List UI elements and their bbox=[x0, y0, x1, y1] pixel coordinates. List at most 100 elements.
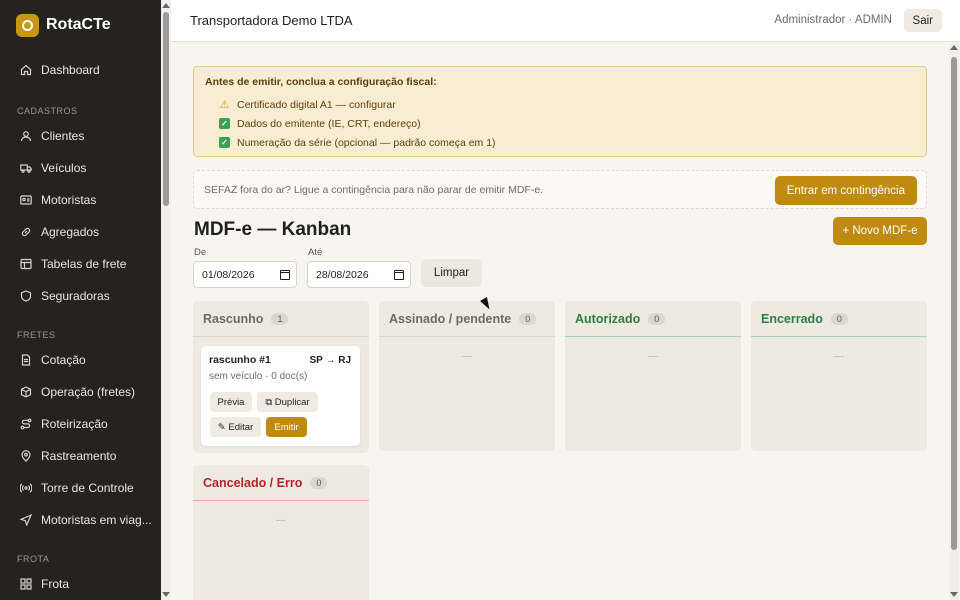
duplicate-button[interactable]: ⧉ Duplicar bbox=[257, 392, 318, 412]
column-empty: — bbox=[462, 351, 472, 362]
sidebar-item-operacao[interactable]: Operação (fretes) bbox=[0, 376, 161, 408]
sidebar-item-frota[interactable]: Frota bbox=[0, 568, 161, 600]
sidebar-item-agregados[interactable]: Agregados bbox=[0, 216, 161, 248]
scrollbar-thumb[interactable] bbox=[163, 12, 169, 206]
sidebar-item-veiculos[interactable]: Veículos bbox=[0, 152, 161, 184]
navigation-icon bbox=[20, 514, 32, 526]
sidebar-item-label: Motoristas em viag... bbox=[41, 513, 152, 527]
brand[interactable]: RotaCTe bbox=[0, 0, 161, 50]
alert-title: Antes de emitir, conclua a configuração … bbox=[205, 76, 437, 88]
sidebar-item-label: Agregados bbox=[41, 225, 100, 239]
sidebar-item-clientes[interactable]: Clientes bbox=[0, 120, 161, 152]
link-icon bbox=[20, 226, 32, 238]
clear-filters-button[interactable]: Limpar bbox=[421, 259, 482, 287]
company-name: Transportadora Demo LTDA bbox=[190, 13, 353, 28]
map-pin-icon bbox=[20, 450, 32, 462]
alert-item-text: Numeração da série (opcional — padrão co… bbox=[237, 136, 496, 149]
calendar-icon[interactable] bbox=[280, 270, 290, 280]
preview-button[interactable]: Prévia bbox=[210, 392, 252, 412]
kanban-column-cancelado: Cancelado / Erro 0 — bbox=[193, 465, 369, 600]
to-date-input[interactable]: 28/08/2026 bbox=[307, 261, 411, 288]
sidebar-item-label: Seguradoras bbox=[41, 289, 110, 303]
sidebar-item-label: Frota bbox=[41, 577, 70, 591]
sidebar-item-seguradoras[interactable]: Seguradoras bbox=[0, 280, 161, 312]
alert-item[interactable]: ✓ Dados do emitente (IE, CRT, endereço) bbox=[205, 114, 915, 133]
user-icon bbox=[20, 130, 32, 142]
column-header: Assinado / pendente 0 bbox=[379, 301, 555, 337]
to-date-value: 28/08/2026 bbox=[316, 268, 369, 281]
contingency-banner: SEFAZ fora do ar? Ligue a contingência p… bbox=[193, 170, 927, 209]
from-label: De bbox=[194, 247, 207, 258]
sidebar-item-label: Clientes bbox=[41, 129, 85, 143]
scrollbar-thumb[interactable] bbox=[951, 57, 957, 550]
kanban-column-rascunho: Rascunho 1 rascunho #1 SP → RJ sem veícu… bbox=[193, 301, 369, 453]
column-header: Encerrado 0 bbox=[751, 301, 927, 337]
sidebar-item-label: Dashboard bbox=[41, 63, 100, 77]
calendar-icon[interactable] bbox=[394, 270, 404, 280]
new-mdfe-button[interactable]: + Novo MDF-e bbox=[833, 217, 927, 245]
scroll-down-icon[interactable] bbox=[950, 592, 958, 597]
table-icon bbox=[20, 258, 32, 270]
grid-icon bbox=[20, 578, 32, 590]
column-header: Rascunho 1 bbox=[193, 301, 369, 337]
column-empty: — bbox=[276, 515, 286, 526]
alert-item[interactable]: ⚠ Certificado digital A1 — configurar bbox=[205, 95, 915, 114]
sidebar-item-label: Tabelas de frete bbox=[41, 257, 127, 271]
mdfe-card[interactable]: rascunho #1 SP → RJ sem veículo · 0 doc(… bbox=[201, 346, 360, 446]
sidebar-section-title: CADASTROS bbox=[17, 106, 78, 116]
column-title: Cancelado / Erro bbox=[203, 475, 303, 490]
alert-item-text: Dados do emitente (IE, CRT, endereço) bbox=[237, 117, 421, 130]
sidebar-item-motoristas[interactable]: Motoristas bbox=[0, 184, 161, 216]
column-title: Rascunho bbox=[203, 311, 264, 326]
alert-item[interactable]: ✓ Numeração da série (opcional — padrão … bbox=[205, 133, 915, 152]
sidebar-item-dashboard[interactable]: Dashboard bbox=[0, 54, 161, 86]
sidebar-item-label: Torre de Controle bbox=[41, 481, 134, 495]
column-empty: — bbox=[834, 351, 844, 362]
scroll-up-icon[interactable] bbox=[162, 3, 170, 8]
kanban-column-encerrado: Encerrado 0 — bbox=[751, 301, 927, 451]
enter-contingency-button[interactable]: Entrar em contingência bbox=[774, 176, 917, 205]
sidebar-section-title: FRETES bbox=[17, 330, 56, 340]
logout-button[interactable]: Sair bbox=[903, 9, 942, 32]
to-label: Até bbox=[308, 247, 323, 258]
from-date-input[interactable]: 01/08/2026 bbox=[193, 261, 297, 288]
column-title: Autorizado bbox=[575, 311, 641, 326]
page-title: MDF-e — Kanban bbox=[194, 219, 352, 240]
column-count-badge: 0 bbox=[830, 312, 848, 325]
sidebar-item-cotacao[interactable]: Cotação bbox=[0, 344, 161, 376]
brand-name: RotaCTe bbox=[46, 16, 111, 33]
card-subtitle: sem veículo · 0 doc(s) bbox=[209, 371, 308, 382]
sidebar-item-rastreamento[interactable]: Rastreamento bbox=[0, 440, 161, 472]
check-icon: ✓ bbox=[219, 118, 230, 129]
emit-button[interactable]: Emitir bbox=[266, 417, 307, 437]
sidebar-item-roteirizacao[interactable]: Roteirização bbox=[0, 408, 161, 440]
scroll-down-icon[interactable] bbox=[162, 592, 170, 597]
edit-button[interactable]: ✎ Editar bbox=[210, 417, 261, 437]
truck-icon bbox=[20, 162, 32, 174]
column-title: Encerrado bbox=[761, 311, 823, 326]
scroll-up-icon[interactable] bbox=[950, 45, 958, 50]
sidebar: RotaCTe Dashboard CADASTROS Clientes Veí… bbox=[0, 0, 161, 600]
sidebar-scrollbar[interactable] bbox=[161, 0, 171, 600]
sidebar-item-torre-de-controle[interactable]: Torre de Controle bbox=[0, 472, 161, 504]
sidebar-item-label: Roteirização bbox=[41, 417, 108, 431]
alert-item-text: Certificado digital A1 — configurar bbox=[237, 98, 396, 111]
check-icon: ✓ bbox=[219, 137, 230, 148]
broadcast-icon bbox=[20, 482, 32, 494]
sidebar-item-label: Rastreamento bbox=[41, 449, 117, 463]
document-icon bbox=[20, 354, 32, 366]
column-header: Cancelado / Erro 0 bbox=[193, 465, 369, 501]
package-icon bbox=[20, 386, 32, 398]
user-info: Administrador · ADMIN bbox=[774, 14, 892, 26]
logo-icon bbox=[16, 13, 39, 37]
card-route: SP → RJ bbox=[309, 355, 352, 366]
column-count-badge: 1 bbox=[271, 312, 289, 325]
sidebar-section-title: FROTA bbox=[17, 554, 50, 564]
main-scrollbar[interactable] bbox=[949, 42, 959, 600]
kanban-column-autorizado: Autorizado 0 — bbox=[565, 301, 741, 451]
from-date-value: 01/08/2026 bbox=[202, 268, 255, 281]
sidebar-item-motoristas-em-viagem[interactable]: Motoristas em viag... bbox=[0, 504, 161, 536]
column-count-badge: 0 bbox=[648, 312, 666, 325]
shield-icon bbox=[20, 290, 32, 302]
sidebar-item-tabelas-de-frete[interactable]: Tabelas de frete bbox=[0, 248, 161, 280]
